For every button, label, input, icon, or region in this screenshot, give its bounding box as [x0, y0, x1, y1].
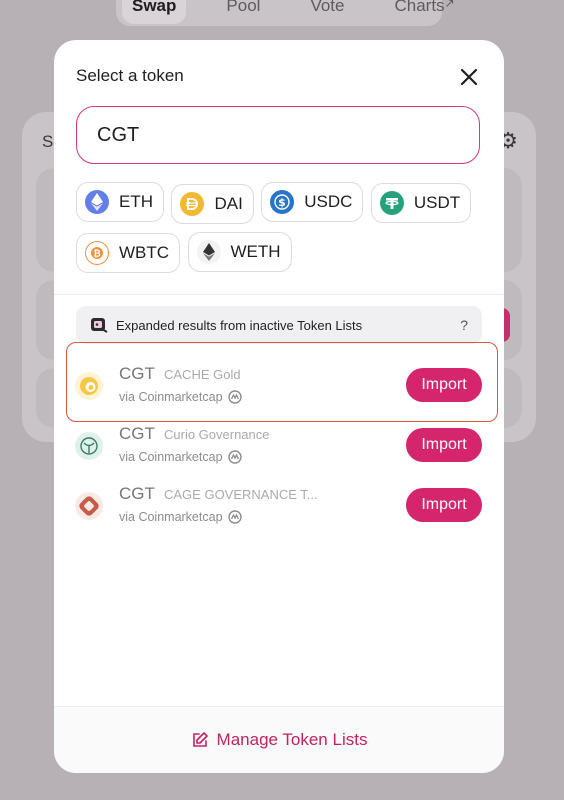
manage-token-lists-button[interactable]: Manage Token Lists	[191, 730, 367, 750]
wbtc-icon: ₿	[85, 241, 109, 265]
import-button[interactable]: Import	[406, 428, 482, 462]
token-name: CACHE Gold	[164, 367, 241, 382]
coinmarketcap-icon	[227, 450, 242, 464]
nav-tab-charts[interactable]: Charts↗	[384, 0, 464, 24]
import-button[interactable]: Import	[406, 488, 482, 522]
top-nav: Swap Pool Vote Charts↗	[116, 0, 455, 26]
token-result-row[interactable]: CGT Curio Governance via Coinmarketcap I…	[54, 416, 504, 476]
common-token-eth[interactable]: ETH	[76, 182, 164, 222]
section-divider	[54, 294, 504, 295]
token-search-input[interactable]	[95, 122, 479, 148]
eth-icon	[85, 190, 109, 214]
token-result-row[interactable]: CGT CACHE Gold via Coinmarketcap Import	[54, 356, 504, 416]
modal-footer: Manage Token Lists	[54, 706, 504, 773]
close-icon	[460, 68, 478, 86]
modal-header: Select a token	[76, 66, 482, 90]
token-symbol: CGT	[119, 484, 155, 503]
edit-icon	[192, 732, 208, 747]
close-button[interactable]	[456, 64, 482, 90]
import-button[interactable]: Import	[406, 368, 482, 402]
banner-text: Expanded results from inactive Token Lis…	[116, 317, 363, 333]
help-icon[interactable]: ?	[460, 317, 468, 333]
common-token-dai[interactable]: DAI	[171, 184, 254, 224]
cache-gold-logo	[74, 371, 104, 401]
token-symbol: CGT	[119, 364, 155, 383]
common-token-usdt[interactable]: USDT	[370, 183, 472, 223]
svg-text:₿: ₿	[93, 249, 100, 260]
token-name: CAGE GOVERNANCE T...	[164, 487, 318, 502]
common-token-wbtc[interactable]: ₿ WBTC	[76, 233, 181, 273]
token-symbol: CGT	[119, 424, 155, 443]
common-token-weth[interactable]: WETH	[187, 232, 292, 272]
nav-tab-swap[interactable]: Swap	[122, 0, 187, 24]
nav-tab-pool[interactable]: Pool	[216, 0, 270, 24]
curio-governance-logo	[74, 431, 104, 461]
token-list-icon	[91, 318, 108, 333]
common-tokens: ETH DAI $ USDC USDT ₿ WBTC WETH	[76, 182, 486, 281]
modal-title: Select a token	[76, 66, 184, 85]
token-select-modal: Select a token ETH DAI $ USDC	[54, 40, 504, 773]
common-token-usdc[interactable]: $ USDC	[261, 182, 364, 222]
weth-icon	[196, 240, 221, 264]
coinmarketcap-icon	[227, 510, 242, 524]
swap-card-title: S	[42, 132, 54, 151]
svg-text:$: $	[278, 196, 286, 209]
token-source: via Coinmarketcap	[119, 450, 242, 464]
token-search-field[interactable]	[76, 106, 480, 164]
coinmarketcap-icon	[227, 390, 242, 404]
nav-tab-vote[interactable]: Vote	[300, 0, 354, 24]
inactive-lists-banner: Expanded results from inactive Token Lis…	[76, 306, 482, 344]
token-source: via Coinmarketcap	[119, 390, 242, 404]
usdt-icon	[379, 191, 404, 215]
usdc-icon: $	[270, 190, 295, 214]
external-link-icon: ↗	[444, 0, 455, 10]
cage-governance-logo	[74, 491, 104, 521]
token-name: Curio Governance	[164, 427, 270, 442]
token-source: via Coinmarketcap	[119, 510, 242, 524]
dai-icon	[180, 192, 205, 216]
token-result-row[interactable]: CGT CAGE GOVERNANCE T... via Coinmarketc…	[54, 476, 504, 536]
